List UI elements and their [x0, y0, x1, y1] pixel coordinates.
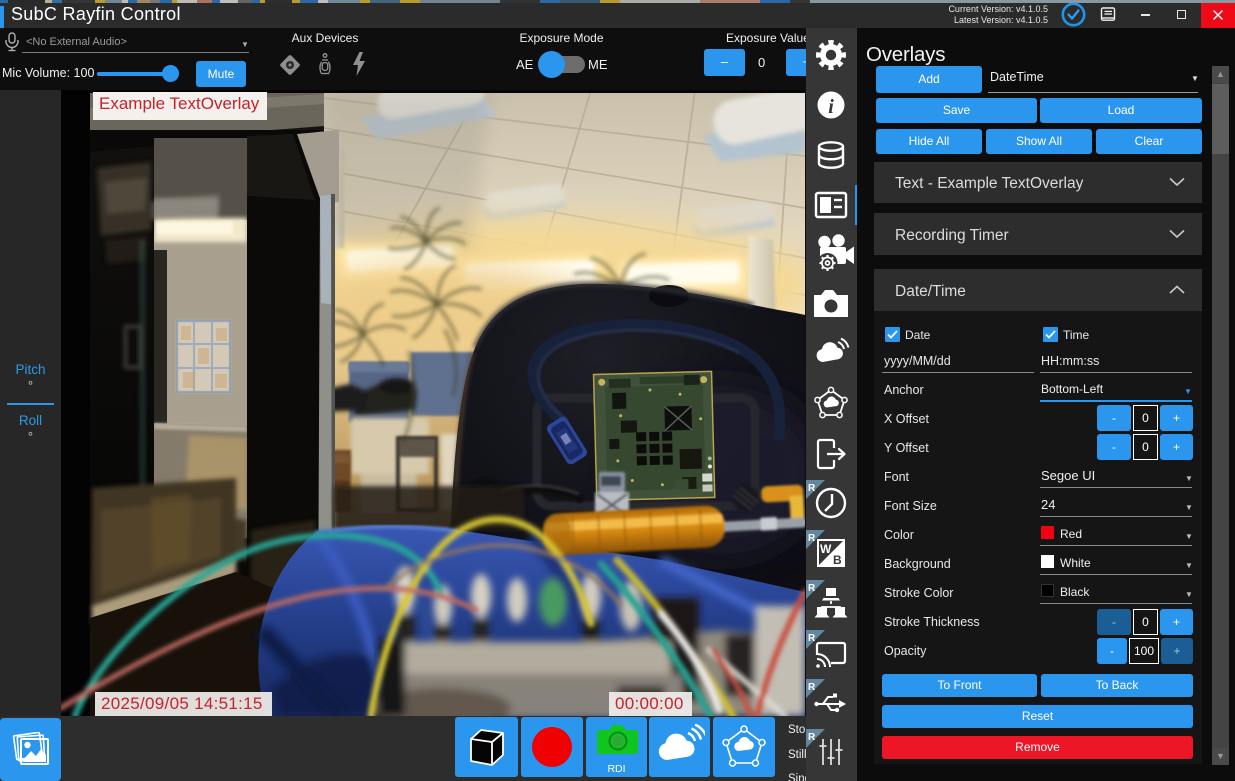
svg-text:B: B	[833, 553, 842, 567]
svg-text:R: R	[808, 533, 816, 544]
svg-text:R: R	[808, 483, 816, 494]
svg-text:R: R	[808, 682, 816, 693]
svg-text:i: i	[828, 96, 834, 118]
svg-text:R: R	[808, 732, 816, 743]
svg-text:R: R	[808, 633, 816, 644]
svg-text:R: R	[808, 583, 816, 594]
svg-text:W: W	[820, 542, 832, 556]
